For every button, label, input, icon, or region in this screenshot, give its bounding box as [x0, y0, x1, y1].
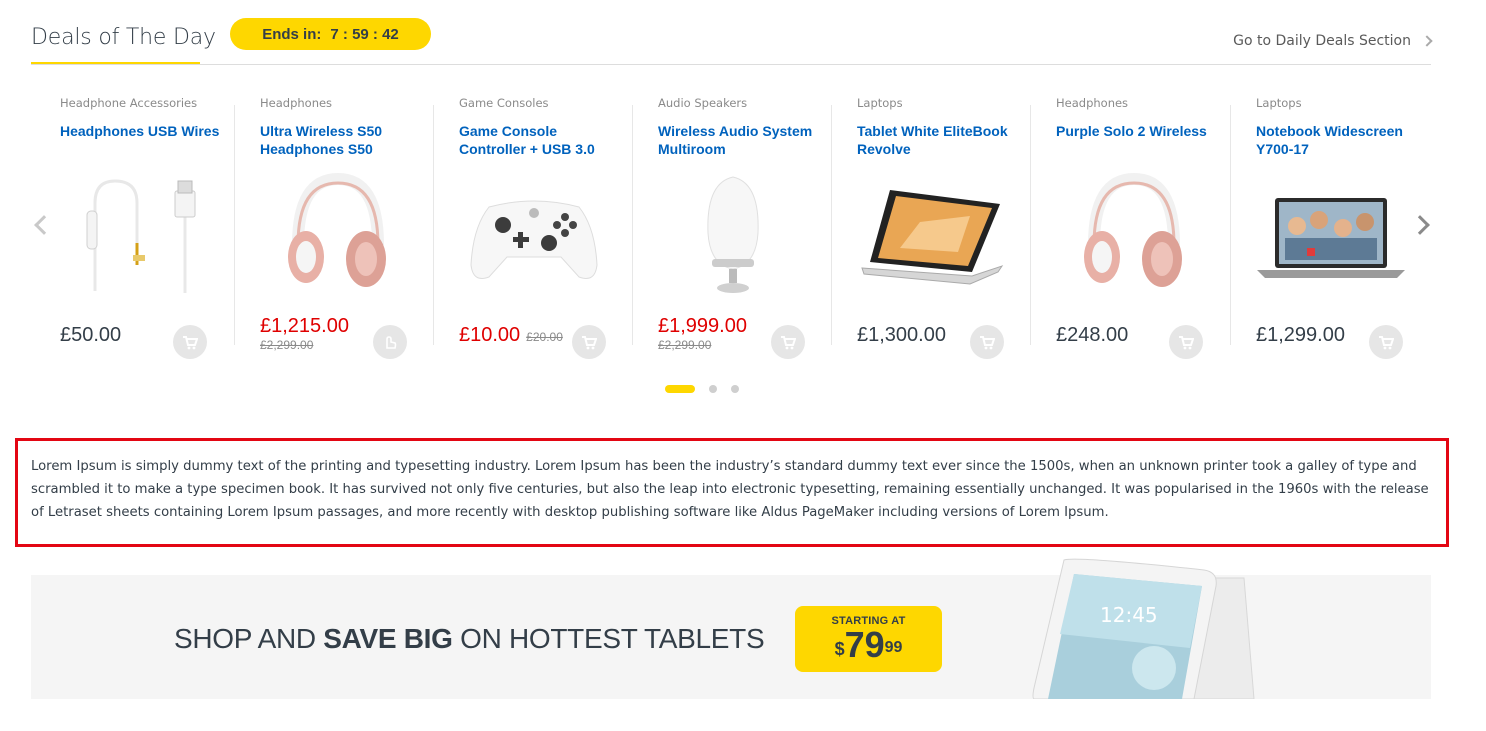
tablet-time: 12:45	[1100, 603, 1158, 627]
price-row: £1,300.00	[857, 315, 1004, 359]
product-card[interactable]: Headphone Accessories Headphones USB Wir…	[34, 95, 233, 359]
lorem-paragraph: Lorem Ipsum is simply dummy text of the …	[31, 459, 1429, 520]
card-divider	[234, 105, 235, 345]
add-to-cart-icon[interactable]	[970, 325, 1004, 359]
product-category[interactable]: Laptops	[1256, 96, 1429, 110]
deals-carousel: Headphone Accessories Headphones USB Wir…	[31, 85, 1431, 365]
product-category[interactable]: Game Consoles	[459, 96, 632, 110]
add-to-cart-icon[interactable]	[1169, 325, 1203, 359]
product-name[interactable]: Purple Solo 2 Wireless	[1056, 122, 1216, 140]
card-divider	[1230, 105, 1231, 345]
banner-text-before: SHOP AND	[174, 623, 324, 654]
product-category[interactable]: Audio Speakers	[658, 96, 831, 110]
product-category[interactable]: Headphone Accessories	[60, 96, 233, 110]
countdown-badge: Ends in: 7 : 59 : 42	[230, 18, 431, 50]
add-to-cart-icon[interactable]	[373, 325, 407, 359]
carousel-pagination	[665, 385, 739, 393]
headphones-image[interactable]	[260, 173, 410, 301]
price-row: £1,299.00	[1256, 315, 1403, 359]
product-category[interactable]: Laptops	[857, 96, 1030, 110]
product-name[interactable]: Tablet White EliteBook Revolve	[857, 122, 1017, 158]
highlighted-text-box: Lorem Ipsum is simply dummy text of the …	[15, 438, 1449, 547]
add-to-cart-icon[interactable]	[1369, 325, 1403, 359]
price-row: £10.00 £20.00	[459, 315, 606, 359]
product-price: £10.00	[459, 324, 521, 346]
go-to-daily-deals-link[interactable]: Go to Daily Deals Section	[1233, 33, 1433, 49]
product-card[interactable]: Headphones Ultra Wireless S50 Headphones…	[234, 95, 433, 359]
game-controller-image[interactable]	[459, 173, 609, 301]
old-price: £20.00	[526, 330, 563, 344]
product-card[interactable]: Laptops Notebook Widescreen Y700-17 £1,2…	[1230, 95, 1429, 359]
deals-header: Deals of The Day Ends in: 7 : 59 : 42 Go…	[31, 0, 1433, 65]
card-divider	[831, 105, 832, 345]
price-row: £248.00	[1056, 315, 1203, 359]
countdown-label: Ends in:	[262, 25, 322, 43]
product-name[interactable]: Ultra Wireless S50 Headphones S50	[260, 122, 420, 158]
chevron-right-icon	[1421, 35, 1433, 47]
speaker-image[interactable]	[658, 173, 808, 301]
banner-headline[interactable]: SHOP AND SAVE BIG ON HOTTEST TABLETS	[174, 623, 765, 655]
badge-currency: $	[834, 639, 845, 659]
banner-text-after: ON HOTTEST TABLETS	[452, 623, 765, 654]
product-card[interactable]: Game Consoles Game Console Controller + …	[433, 95, 632, 359]
add-to-cart-icon[interactable]	[771, 325, 805, 359]
card-divider	[1030, 105, 1031, 345]
product-card[interactable]: Headphones Purple Solo 2 Wireless £248.0…	[1030, 95, 1229, 359]
product-name[interactable]: Game Console Controller + USB 3.0	[459, 122, 619, 158]
product-name[interactable]: Wireless Audio System Multiroom	[658, 122, 818, 158]
section-title: Deals of The Day	[31, 25, 216, 50]
price-row: £1,999.00 £2,299.00	[658, 315, 805, 359]
product-card[interactable]: Audio Speakers Wireless Audio System Mul…	[632, 95, 831, 359]
laptop-image[interactable]	[1256, 173, 1406, 301]
product-name[interactable]: Headphones USB Wires	[60, 122, 220, 140]
price-row: £50.00	[60, 315, 207, 359]
product-card[interactable]: Laptops Tablet White EliteBook Revolve £…	[831, 95, 1030, 359]
tablets-promo-banner[interactable]: SHOP AND SAVE BIG ON HOTTEST TABLETS STA…	[31, 558, 1431, 699]
card-divider	[632, 105, 633, 345]
product-name[interactable]: Notebook Widescreen Y700-17	[1256, 122, 1416, 158]
headphones-image[interactable]	[1056, 173, 1206, 301]
go-link-label[interactable]: Go to Daily Deals Section	[1233, 33, 1411, 49]
badge-price: $7999	[795, 627, 942, 663]
product-category[interactable]: Headphones	[260, 96, 433, 110]
tablet-image[interactable]: 12:45	[1004, 558, 1264, 699]
add-to-cart-icon[interactable]	[572, 325, 606, 359]
badge-cents: 99	[884, 639, 903, 656]
pagination-dot-active[interactable]	[665, 385, 695, 393]
convertible-laptop-image[interactable]	[857, 173, 1007, 301]
banner-text-bold: SAVE BIG	[323, 623, 453, 654]
badge-main: 79	[844, 624, 885, 665]
pagination-dot[interactable]	[731, 385, 739, 393]
countdown-time: 7 : 59 : 42	[330, 25, 399, 43]
price-row: £1,215.00 £2,299.00	[260, 315, 407, 359]
starting-price-badge[interactable]: STARTING AT $7999	[795, 606, 942, 672]
add-to-cart-icon[interactable]	[173, 325, 207, 359]
pagination-dot[interactable]	[709, 385, 717, 393]
product-category[interactable]: Headphones	[1056, 96, 1229, 110]
card-divider	[433, 105, 434, 345]
usb-cable-image[interactable]	[60, 173, 210, 301]
title-underline	[31, 62, 200, 64]
